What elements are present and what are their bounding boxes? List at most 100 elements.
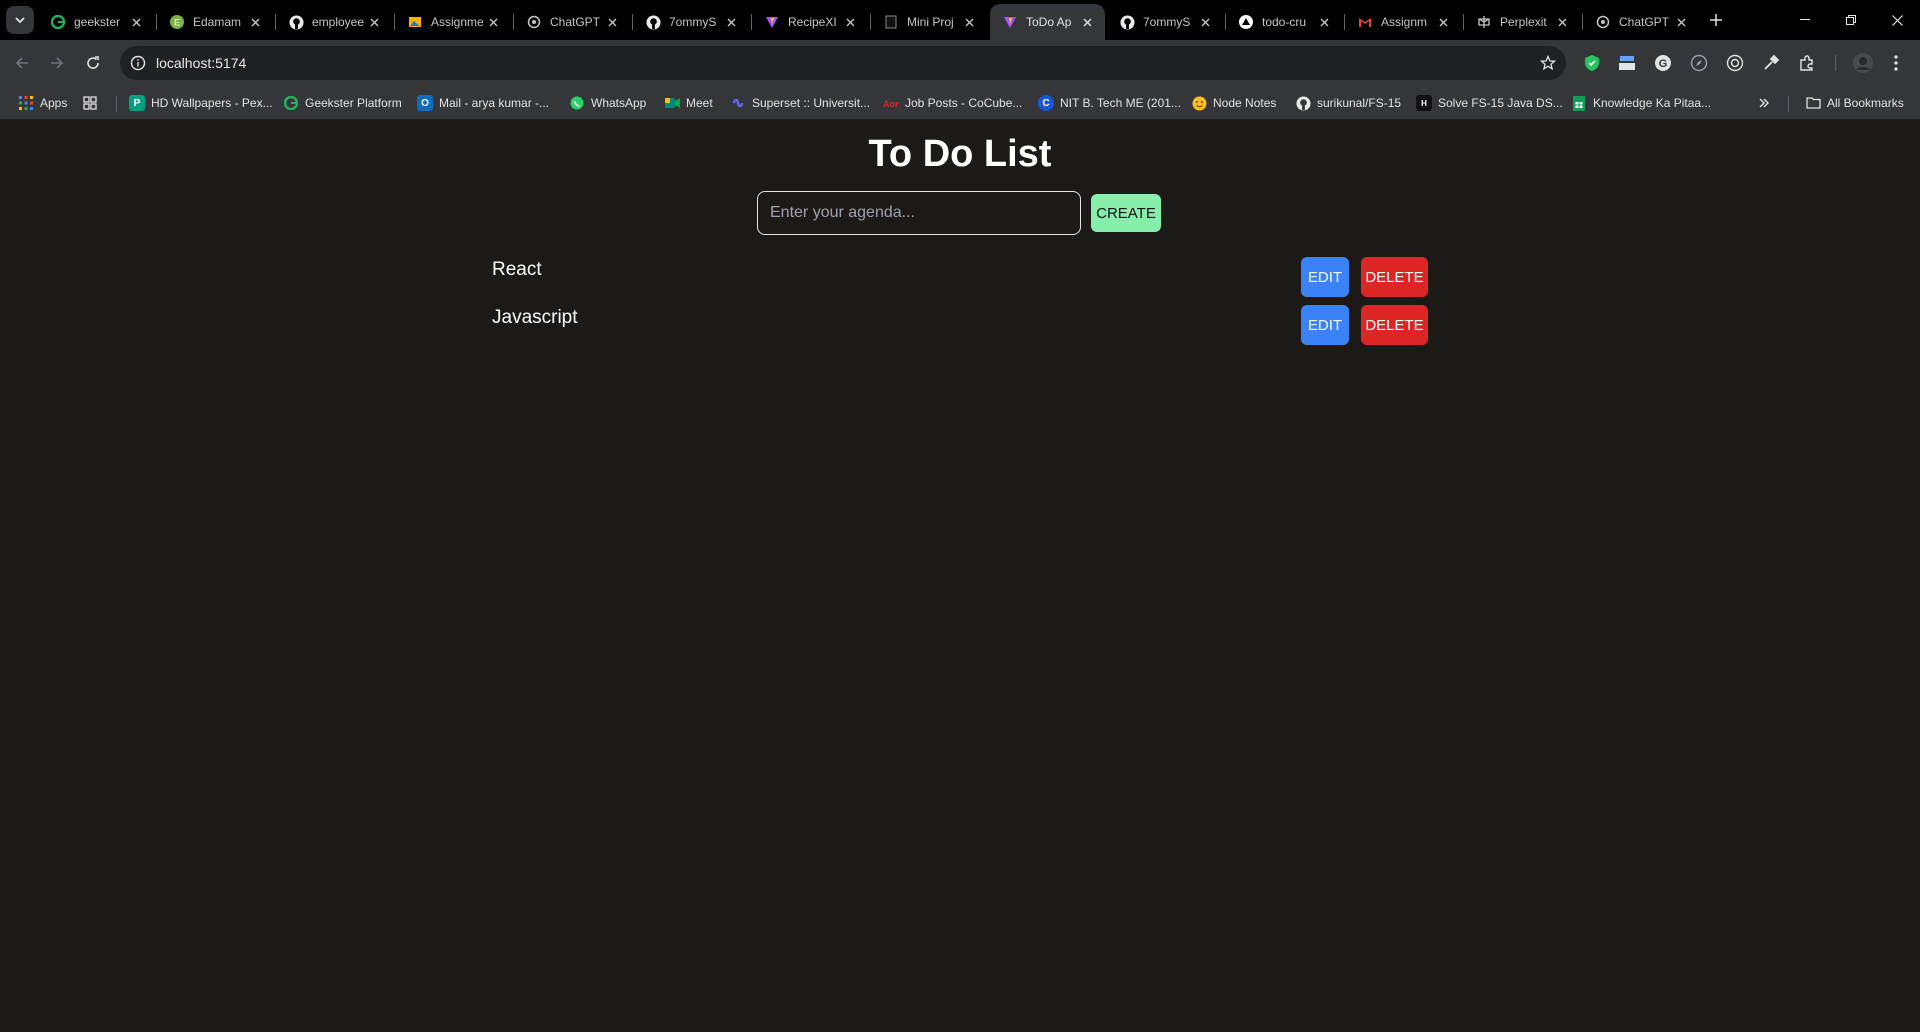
bookmark-label: Job Posts - CoCube...: [905, 96, 1023, 110]
close-icon[interactable]: [1554, 14, 1570, 30]
tab-title: geekster: [74, 15, 121, 29]
bookmark-geekster-platform[interactable]: Geekster Platform: [283, 94, 402, 112]
svg-text:E: E: [174, 18, 180, 28]
tab-assignment[interactable]: Assignme: [395, 4, 511, 40]
tab-chatgpt-2[interactable]: ChatGPT: [1583, 4, 1699, 40]
close-window-button[interactable]: [1874, 0, 1920, 40]
reload-button[interactable]: [79, 49, 107, 77]
bookmark-job-posts[interactable]: Aon Job Posts - CoCube...: [883, 94, 1022, 112]
tab-title: todo-cru: [1262, 15, 1307, 29]
site-info-icon[interactable]: [128, 53, 148, 73]
tab-title: employee: [312, 15, 365, 29]
plus-icon: [1710, 14, 1722, 26]
hackerrank-icon: H: [1416, 95, 1432, 111]
tab-title: Assignm: [1381, 15, 1428, 29]
tab-mini-proj[interactable]: Mini Proj: [871, 4, 987, 40]
edit-button[interactable]: EDIT: [1301, 305, 1349, 345]
bookmark-hd-wallpapers[interactable]: P HD Wallpapers - Pex...: [129, 94, 273, 112]
grammarly-extension-icon[interactable]: G: [1653, 53, 1673, 73]
delete-button[interactable]: DELETE: [1361, 305, 1428, 345]
forward-button[interactable]: [43, 49, 71, 77]
superset-icon: [730, 95, 746, 111]
tab-groups-icon: [82, 95, 98, 111]
tab-edamam[interactable]: E Edamam: [157, 4, 273, 40]
bookmark-solve-fs15[interactable]: H Solve FS-15 Java DS...: [1416, 94, 1563, 112]
tab-title: Mini Proj: [907, 15, 954, 29]
double-chevron-right-icon: [1759, 98, 1769, 108]
tab-title: Edamam: [193, 15, 242, 29]
bookmark-node-notes[interactable]: Node Notes: [1191, 94, 1276, 112]
bookmark-separator: [1788, 96, 1789, 112]
bookmark-apps[interactable]: Apps: [18, 94, 67, 112]
menu-kebab-icon[interactable]: [1886, 53, 1906, 73]
close-icon[interactable]: [485, 14, 501, 30]
eyedropper-extension-icon[interactable]: [1761, 53, 1781, 73]
github-icon: [645, 14, 661, 30]
stack-extension-icon[interactable]: [1617, 53, 1637, 73]
bookmark-nit[interactable]: C NIT B. Tech ME (201...: [1038, 94, 1181, 112]
bookmark-surikunal[interactable]: surikunal/FS-15: [1295, 94, 1401, 112]
tab-search-button[interactable]: [6, 6, 34, 34]
close-icon[interactable]: [723, 14, 739, 30]
bookmark-meet[interactable]: Meet: [664, 94, 713, 112]
close-icon[interactable]: [128, 14, 144, 30]
profile-avatar[interactable]: [1851, 51, 1875, 75]
compass-extension-icon[interactable]: [1689, 53, 1709, 73]
browser-toolbar: localhost:5174 G: [0, 40, 1920, 86]
whatsapp-icon: [569, 95, 585, 111]
bookmark-tab-groups[interactable]: [82, 94, 104, 112]
close-icon[interactable]: [1197, 14, 1213, 30]
meet-icon: [664, 95, 680, 111]
svg-text:G: G: [1659, 58, 1668, 70]
address-bar[interactable]: localhost:5174: [120, 46, 1566, 80]
tab-7ommys-2[interactable]: 7ommyS: [1107, 4, 1223, 40]
new-tab-button[interactable]: [1704, 8, 1728, 32]
vite-icon: [764, 14, 780, 30]
folder-icon: [1805, 95, 1821, 111]
restore-icon: [1846, 15, 1856, 25]
close-icon[interactable]: [842, 14, 858, 30]
tab-gmail-assignment[interactable]: Assignm: [1345, 4, 1461, 40]
minimize-button[interactable]: [1782, 0, 1828, 40]
bookmark-mail[interactable]: O Mail - arya kumar -...: [417, 94, 549, 112]
tab-recipexi[interactable]: RecipeXI: [752, 4, 868, 40]
delete-button[interactable]: DELETE: [1361, 257, 1428, 297]
create-button[interactable]: CREATE: [1091, 194, 1161, 232]
bookmark-label: surikunal/FS-15: [1317, 96, 1402, 110]
close-icon[interactable]: [247, 14, 263, 30]
bookmark-star-icon[interactable]: [1538, 53, 1558, 73]
tab-perplexity[interactable]: Perplexit: [1464, 4, 1580, 40]
tab-todo-app[interactable]: ToDo Ap: [990, 4, 1105, 40]
extensions-puzzle-icon[interactable]: [1797, 53, 1817, 73]
bookmark-whatsapp[interactable]: WhatsApp: [569, 94, 646, 112]
restore-button[interactable]: [1828, 0, 1874, 40]
edit-button[interactable]: EDIT: [1301, 257, 1349, 297]
tab-chatgpt[interactable]: ChatGPT: [514, 4, 630, 40]
close-icon[interactable]: [1316, 14, 1332, 30]
outlook-icon: O: [417, 95, 433, 111]
target-extension-icon[interactable]: [1725, 53, 1745, 73]
github-icon: [1119, 14, 1135, 30]
all-bookmarks-button[interactable]: All Bookmarks: [1805, 94, 1904, 112]
close-icon[interactable]: [604, 14, 620, 30]
shield-extension-icon[interactable]: [1582, 53, 1602, 73]
bookmark-separator: [116, 96, 117, 112]
tab-employee[interactable]: employee: [276, 4, 392, 40]
tab-todo-crud[interactable]: todo-cru: [1226, 4, 1342, 40]
todo-text: React: [492, 259, 542, 280]
back-button[interactable]: [8, 49, 36, 77]
tab-7ommys[interactable]: 7ommyS: [633, 4, 749, 40]
bookmark-knowledge[interactable]: Knowledge Ka Pitaa...: [1571, 94, 1711, 112]
close-icon[interactable]: [366, 14, 382, 30]
bookmark-superset[interactable]: Superset :: Universit...: [730, 94, 870, 112]
close-icon[interactable]: [1435, 14, 1451, 30]
chevron-down-icon: [15, 17, 25, 24]
tab-geekster[interactable]: geekster: [38, 4, 154, 40]
bookmarks-overflow-button[interactable]: [1758, 94, 1770, 112]
close-icon[interactable]: [1079, 14, 1095, 30]
close-icon[interactable]: [961, 14, 977, 30]
agenda-input[interactable]: [757, 191, 1081, 235]
todo-item: React EDIT DELETE: [492, 257, 1428, 299]
emoji-icon: [1191, 95, 1207, 111]
close-icon[interactable]: [1673, 14, 1689, 30]
